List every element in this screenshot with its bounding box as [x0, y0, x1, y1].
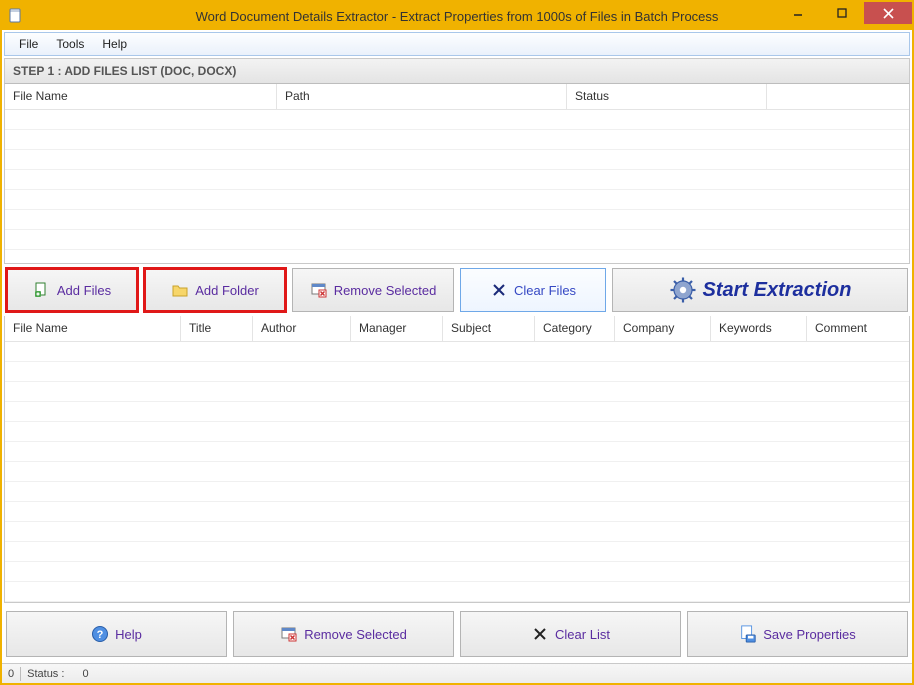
remove-icon — [310, 281, 328, 299]
gear-icon — [669, 276, 697, 304]
col-prop-comment[interactable]: Comment — [807, 316, 909, 341]
clear-files-button[interactable]: Clear Files — [460, 268, 606, 312]
menubar: File Tools Help — [4, 32, 910, 56]
maximize-button[interactable] — [820, 2, 864, 24]
bottom-buttons-row: ? Help Remove Selected — [4, 607, 910, 663]
remove-icon — [280, 625, 298, 643]
col-spacer — [767, 84, 909, 109]
add-files-button[interactable]: Add Files — [6, 268, 138, 312]
status-value: 0 — [83, 668, 89, 680]
properties-grid-header: File Name Title Author Manager Subject C… — [5, 316, 909, 342]
minimize-button[interactable] — [776, 2, 820, 24]
add-files-label: Add Files — [57, 283, 111, 298]
save-properties-button[interactable]: Save Properties — [687, 611, 908, 657]
menu-tools[interactable]: Tools — [48, 35, 92, 53]
remove-selected-label: Remove Selected — [334, 283, 437, 298]
status-left-number: 0 — [8, 668, 14, 680]
help-button[interactable]: ? Help — [6, 611, 227, 657]
save-icon — [739, 625, 757, 643]
clear-list-button[interactable]: Clear List — [460, 611, 681, 657]
clear-icon — [490, 281, 508, 299]
properties-grid[interactable]: File Name Title Author Manager Subject C… — [4, 316, 910, 603]
window: Word Document Details Extractor - Extrac… — [0, 0, 914, 685]
col-prop-keywords[interactable]: Keywords — [711, 316, 807, 341]
add-folder-button[interactable]: Add Folder — [144, 268, 286, 312]
status-label: Status : — [27, 668, 64, 680]
files-grid-header: File Name Path Status — [5, 84, 909, 110]
add-files-icon — [33, 281, 51, 299]
col-prop-filename[interactable]: File Name — [5, 316, 181, 341]
col-status[interactable]: Status — [567, 84, 767, 109]
col-prop-category[interactable]: Category — [535, 316, 615, 341]
col-prop-company[interactable]: Company — [615, 316, 711, 341]
remove-selected-bottom-label: Remove Selected — [304, 627, 407, 642]
col-prop-subject[interactable]: Subject — [443, 316, 535, 341]
close-button[interactable] — [864, 2, 912, 24]
statusbar-separator — [20, 667, 21, 681]
clear-list-label: Clear List — [555, 627, 610, 642]
clear-files-label: Clear Files — [514, 283, 576, 298]
svg-text:?: ? — [97, 629, 104, 641]
help-icon: ? — [91, 625, 109, 643]
app-icon — [8, 8, 24, 24]
titlebar: Word Document Details Extractor - Extrac… — [2, 2, 912, 30]
action-buttons-row: Add Files Add Folder — [4, 264, 910, 316]
save-properties-label: Save Properties — [763, 627, 856, 642]
files-grid[interactable]: File Name Path Status — [4, 84, 910, 264]
col-prop-author[interactable]: Author — [253, 316, 351, 341]
add-folder-label: Add Folder — [195, 283, 259, 298]
start-extraction-label: Start Extraction — [703, 279, 852, 302]
files-grid-body[interactable] — [5, 110, 909, 263]
col-filename[interactable]: File Name — [5, 84, 277, 109]
step-header: STEP 1 : ADD FILES LIST (DOC, DOCX) — [4, 58, 910, 84]
statusbar: 0 Status : 0 — [2, 663, 912, 683]
menu-help[interactable]: Help — [94, 35, 135, 53]
folder-icon — [171, 281, 189, 299]
col-prop-manager[interactable]: Manager — [351, 316, 443, 341]
properties-grid-body[interactable] — [5, 342, 909, 602]
remove-selected-button[interactable]: Remove Selected — [292, 268, 454, 312]
help-label: Help — [115, 627, 142, 642]
clear-icon — [531, 625, 549, 643]
col-prop-title[interactable]: Title — [181, 316, 253, 341]
start-extraction-button[interactable]: Start Extraction — [612, 268, 908, 312]
menu-file[interactable]: File — [11, 35, 46, 53]
window-controls — [776, 2, 912, 24]
col-path[interactable]: Path — [277, 84, 567, 109]
remove-selected-bottom-button[interactable]: Remove Selected — [233, 611, 454, 657]
